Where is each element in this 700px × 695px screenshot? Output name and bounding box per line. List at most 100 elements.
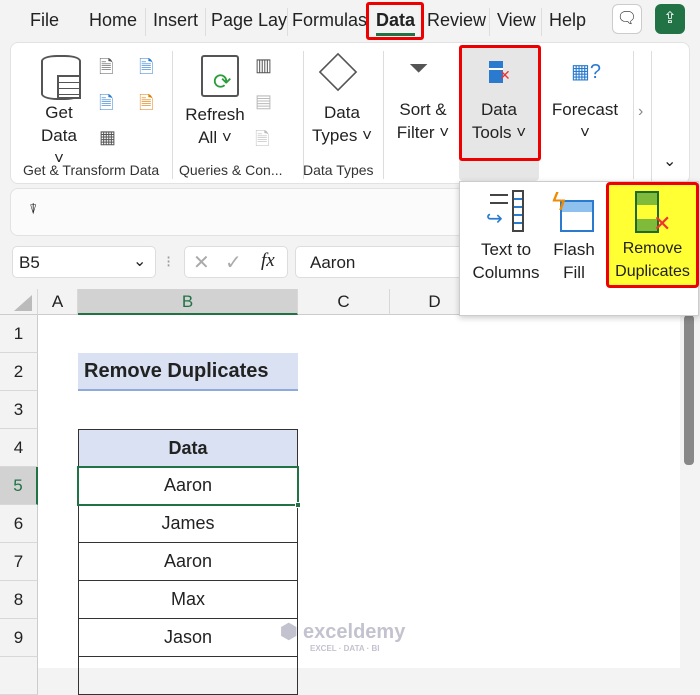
divider bbox=[383, 51, 384, 179]
ribbon: Get Data ˅ 🗎 🗎 🗎 🗎 ▦ ⟳ Refresh All ˅ ▥ ▤ 🗎… bbox=[10, 42, 690, 184]
selected-cell bbox=[77, 466, 299, 506]
forecast-button[interactable]: Forecast ˅ bbox=[545, 98, 625, 144]
row-header[interactable]: 1 bbox=[0, 315, 38, 353]
table-cell[interactable]: Max bbox=[78, 581, 298, 619]
flash-fill-icon: ϟ bbox=[552, 186, 596, 234]
name-box[interactable]: B5 ⌄ bbox=[12, 246, 156, 278]
refresh-icon: ⟳ bbox=[201, 55, 239, 97]
label: Columns bbox=[472, 263, 540, 282]
divider bbox=[145, 8, 146, 36]
table-cell[interactable] bbox=[78, 657, 298, 695]
divider bbox=[287, 8, 288, 36]
row-header[interactable]: 5 bbox=[0, 467, 38, 505]
remove-duplicates-button[interactable]: ✕ Remove Duplicates bbox=[606, 182, 699, 288]
from-text-icon[interactable]: 🗎 bbox=[99, 55, 113, 85]
chevron-down-icon[interactable]: ⌄ bbox=[133, 251, 146, 271]
tab-file[interactable]: File bbox=[30, 10, 59, 31]
table-header[interactable]: Data bbox=[78, 429, 298, 467]
get-data-icon bbox=[41, 55, 81, 100]
formula-controls: ✕ ✓ fx bbox=[184, 246, 288, 278]
divider bbox=[633, 51, 634, 179]
row-header[interactable]: 2 bbox=[0, 353, 38, 391]
highlight-box bbox=[459, 45, 541, 161]
label: Text to bbox=[480, 240, 532, 259]
scrollbar-thumb[interactable] bbox=[684, 315, 694, 465]
select-all[interactable] bbox=[0, 289, 38, 315]
drag-handle-icon[interactable]: ⁝ bbox=[166, 252, 171, 272]
recent-sources-icon[interactable]: 🗎 bbox=[139, 55, 153, 85]
label: Types bbox=[311, 126, 358, 145]
formula-value: Aaron bbox=[310, 253, 356, 272]
insert-function-button[interactable]: fx bbox=[261, 250, 275, 272]
scroll-right-icon[interactable]: › bbox=[638, 103, 643, 121]
cancel-icon[interactable]: ✕ bbox=[193, 250, 210, 275]
group-label: Queries & Con... bbox=[179, 162, 283, 178]
divider bbox=[651, 51, 652, 183]
queries-icon[interactable]: ▥ bbox=[255, 55, 272, 76]
divider bbox=[172, 51, 173, 179]
divider bbox=[489, 8, 490, 36]
data-types-button[interactable]: Data Types ˅ bbox=[311, 101, 373, 147]
table-cell[interactable]: Jason bbox=[78, 619, 298, 657]
remove-duplicates-label: Remove Duplicates bbox=[609, 237, 696, 283]
tab-page-layout[interactable]: Page Lay bbox=[211, 10, 287, 31]
delete-x-icon: ✕ bbox=[653, 211, 672, 236]
divider bbox=[205, 8, 206, 36]
existing-connections-icon[interactable]: 🗎 bbox=[139, 91, 153, 121]
name-box-value: B5 bbox=[19, 253, 40, 272]
tab-view[interactable]: View bbox=[497, 10, 536, 31]
title-cell[interactable]: Remove Duplicates bbox=[78, 353, 298, 391]
label: Data bbox=[324, 103, 360, 122]
text-to-columns-icon: ↪ bbox=[486, 190, 528, 234]
row-header[interactable]: 4 bbox=[0, 429, 38, 467]
expand-ribbon-icon[interactable]: ⌄ bbox=[663, 151, 676, 171]
highlight-box bbox=[366, 2, 424, 40]
table-cell[interactable]: James bbox=[78, 505, 298, 543]
refresh-all-button[interactable]: Refresh All ˅ bbox=[183, 103, 247, 149]
label: Sort & bbox=[399, 100, 447, 119]
tab-home[interactable]: Home bbox=[89, 10, 137, 31]
row-header[interactable]: 6 bbox=[0, 505, 38, 543]
comments-icon[interactable]: 🗨 bbox=[612, 4, 642, 34]
share-icon[interactable]: ⇪ bbox=[655, 4, 685, 34]
properties-icon: ▤ bbox=[255, 91, 273, 111]
label: Forecast bbox=[551, 100, 619, 119]
tab-review[interactable]: Review bbox=[427, 10, 486, 31]
watermark-logo: ⬢ exceldemy EXCEL · DATA · BI bbox=[280, 621, 406, 653]
row-header[interactable]: 3 bbox=[0, 391, 38, 429]
get-data-button[interactable]: Get Data ˅ bbox=[35, 101, 83, 170]
group-label: Data Types bbox=[303, 162, 374, 178]
tab-help[interactable]: Help bbox=[549, 10, 586, 31]
fill-handle[interactable] bbox=[295, 502, 301, 508]
tab-insert[interactable]: Insert bbox=[153, 10, 198, 31]
vertical-scrollbar[interactable] bbox=[680, 289, 700, 668]
tab-formulas[interactable]: Formulas bbox=[292, 10, 368, 31]
text-to-columns-button[interactable]: Text to Columns bbox=[464, 238, 548, 284]
from-web-icon[interactable]: 🗎 bbox=[99, 91, 113, 121]
row-header[interactable]: 7 bbox=[0, 543, 38, 581]
label: All bbox=[198, 128, 218, 147]
enter-icon[interactable]: ✓ bbox=[225, 250, 242, 275]
flash-fill-button[interactable]: Flash Fill bbox=[548, 238, 600, 284]
column-header[interactable]: C bbox=[298, 289, 390, 315]
label: Filter bbox=[396, 123, 435, 142]
row-header[interactable]: 8 bbox=[0, 581, 38, 619]
data-tools-dropdown: ↪ Text to Columns ϟ Flash Fill ✕ Remove Dup… bbox=[459, 181, 699, 316]
filter-icon: ⏷ bbox=[409, 55, 429, 82]
table-cell[interactable]: Aaron bbox=[78, 543, 298, 581]
sort-filter-button[interactable]: Sort & Filter ˅ bbox=[393, 98, 453, 144]
label: Flash bbox=[553, 240, 595, 259]
edit-links-icon: 🗎 bbox=[255, 129, 270, 149]
customize-toolbar-icon[interactable]: ⍒ bbox=[29, 201, 37, 218]
from-table-icon[interactable]: ▦ bbox=[99, 127, 116, 148]
column-header[interactable]: B bbox=[78, 289, 298, 315]
label: Remove bbox=[622, 240, 683, 257]
row-header[interactable]: 9 bbox=[0, 619, 38, 657]
label: Duplicates bbox=[615, 263, 690, 280]
data-types-icon bbox=[318, 52, 358, 92]
column-header[interactable]: A bbox=[38, 289, 78, 315]
divider bbox=[303, 51, 304, 179]
watermark-subtext: EXCEL · DATA · BI bbox=[310, 644, 380, 653]
label: Data bbox=[41, 126, 77, 145]
forecast-icon: ▦? bbox=[571, 61, 602, 83]
